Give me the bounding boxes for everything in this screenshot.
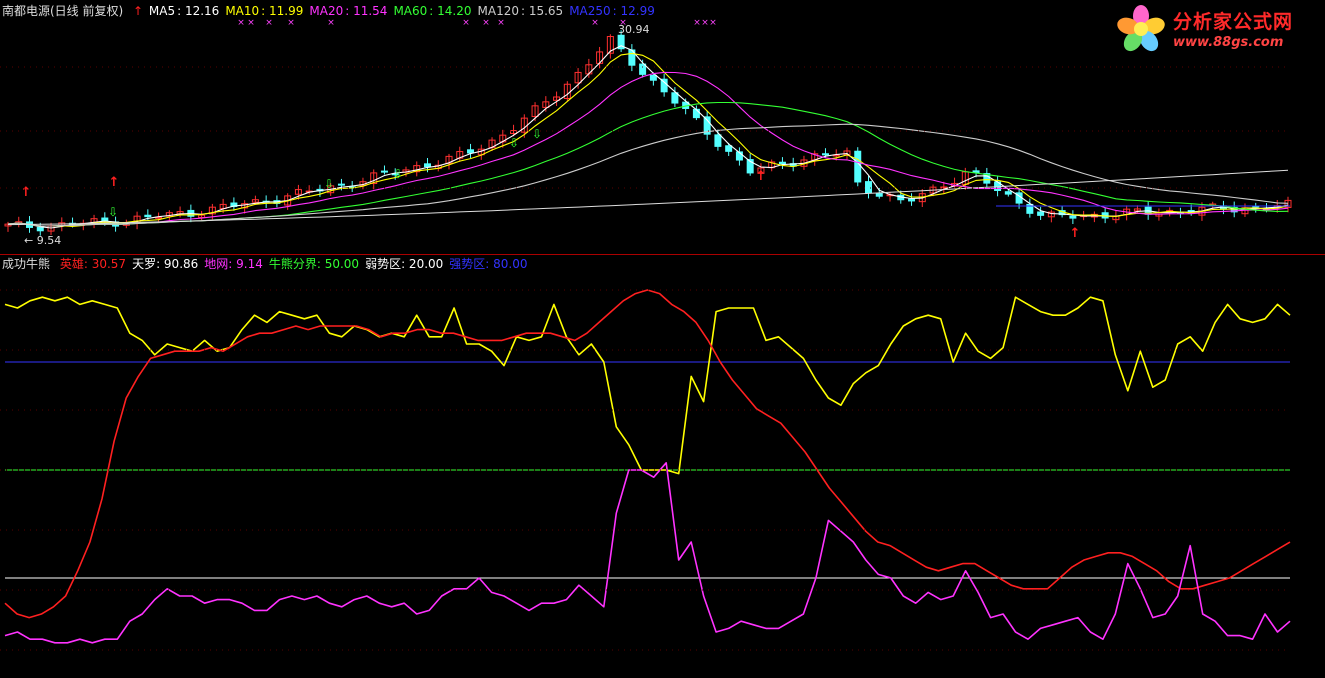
indicator-legend: 成功牛熊 英雄: 30.57 天罗: 90.86 地网: 9.14 牛熊分界: 50.… (2, 257, 534, 271)
candle-body (467, 149, 475, 154)
indicator-legend-item: 强势区: 80.00 (449, 257, 528, 271)
candle-body (778, 161, 786, 165)
cross-marker-icon: × (693, 18, 701, 28)
down-arrow-icon: ⇩ (108, 205, 118, 219)
candle-body (854, 150, 862, 183)
logo-url: www.88gs.com (1173, 35, 1284, 50)
down-arrow-icon: ⇩ (509, 136, 519, 150)
indicator-legend-item: 英雄: 30.57 (59, 257, 127, 271)
cross-marker-icon: × (327, 18, 335, 28)
logo-text: 分析家公式网 (1173, 11, 1294, 33)
candle-body (865, 181, 873, 194)
ma-legend-ma10: MA10 (225, 4, 260, 18)
ma-line-ma60 (7, 101, 1289, 227)
cross-marker-icon: × (237, 18, 245, 28)
flower-logo-icon (1117, 5, 1165, 52)
ma-legend-ma250: MA250 (569, 4, 611, 18)
candle-body (671, 92, 679, 104)
candle-body (423, 163, 431, 168)
low-price-label: ← 9.54 (24, 234, 61, 247)
ma-legend-ma5: MA5 (148, 4, 176, 18)
ma-line-ma120 (7, 123, 1289, 227)
stock-chart[interactable]: ↑↑ ↑↑⇩⇩⇩⇩⇩× × × × × × × × × × × × ×30.94← 9.54 (0, 0, 1325, 678)
indicator-legend-item: 天罗: 90.86 (132, 257, 199, 271)
indicator-legend-item: 弱势区: 20.00 (365, 257, 444, 271)
ma-value-ma120: : 15.65 (520, 4, 564, 18)
ma-value-ma10: : 11.99 (261, 4, 304, 18)
up-arrow-icon: ↑ (133, 4, 144, 18)
cross-marker-icon: × (482, 18, 490, 28)
indicator-panel[interactable] (4, 289, 1291, 644)
candle-body (1037, 211, 1045, 216)
indicator-name: 成功牛熊 (2, 257, 51, 271)
cross-marker-icon: × (701, 18, 709, 28)
ma-legend-ma60: MA60 (393, 4, 428, 18)
candle-body (1004, 191, 1012, 195)
candle-body (714, 134, 722, 147)
ma-legend-ma20: MA20 (309, 4, 344, 18)
stock-title: 南都电源(日线 前复权) (2, 4, 124, 18)
candle-body (940, 186, 948, 189)
buy-arrow-icon: ↑ (1070, 226, 1081, 241)
indicator-line (4, 289, 1291, 619)
candle-body (725, 145, 733, 152)
candle-body (692, 108, 700, 119)
ma-value-ma250: : 12.99 (612, 4, 655, 18)
buy-arrow-icon: ↑ (756, 169, 767, 184)
candle-body (36, 226, 44, 232)
ma-line-ma5 (7, 45, 1289, 229)
cross-marker-icon: × (709, 18, 717, 28)
indicator-line (4, 296, 1291, 475)
down-arrow-icon: ⇩ (324, 177, 334, 191)
candle-body (380, 170, 388, 173)
buy-arrow-icon: ↑ (21, 185, 32, 200)
cross-marker-icon: × (265, 18, 273, 28)
site-logo: 分析家公式网 www.88gs.com (1115, 3, 1315, 58)
ma-value-ma5: : 12.16 (177, 4, 220, 18)
ma-line-ma20 (7, 71, 1289, 227)
grid (0, 66, 1325, 651)
cross-marker-icon: × (287, 18, 295, 28)
ma-line-ma10 (7, 52, 1289, 227)
price-legend: 南都电源(日线 前复权) ↑ MA5: 12.16 MA10: 11.99 MA20… (2, 4, 661, 18)
cross-marker-icon: × (497, 18, 505, 28)
cross-marker-icon: × (462, 18, 470, 28)
candle-body (821, 153, 829, 156)
indicator-legend-item: 牛熊分界: 50.00 (268, 257, 360, 271)
high-price-label: 30.94 (618, 23, 650, 36)
cross-marker-icon: × (247, 18, 255, 28)
down-arrow-icon: ⇩ (393, 167, 403, 181)
candle-body (649, 74, 657, 81)
candle-body (908, 198, 916, 202)
ma-value-ma20: : 11.54 (345, 4, 388, 18)
candle-body (972, 170, 980, 173)
candle-body (337, 183, 345, 186)
ma-value-ma60: : 14.20 (429, 4, 472, 18)
cross-marker-icon: × (591, 18, 599, 28)
down-arrow-icon: ⇩ (532, 127, 542, 141)
indicator-line (4, 461, 1291, 644)
candle-body (144, 214, 152, 218)
ma-legend-ma120: MA120 (477, 4, 519, 18)
candle-body (1069, 215, 1077, 219)
candle-body (875, 192, 883, 197)
price-panel[interactable]: ↑↑ ↑↑⇩⇩⇩⇩⇩× × × × × × × × × × × × ×30.94← 9.54 (4, 18, 1292, 247)
indicator-legend-item: 地网: 9.14 (204, 257, 263, 271)
